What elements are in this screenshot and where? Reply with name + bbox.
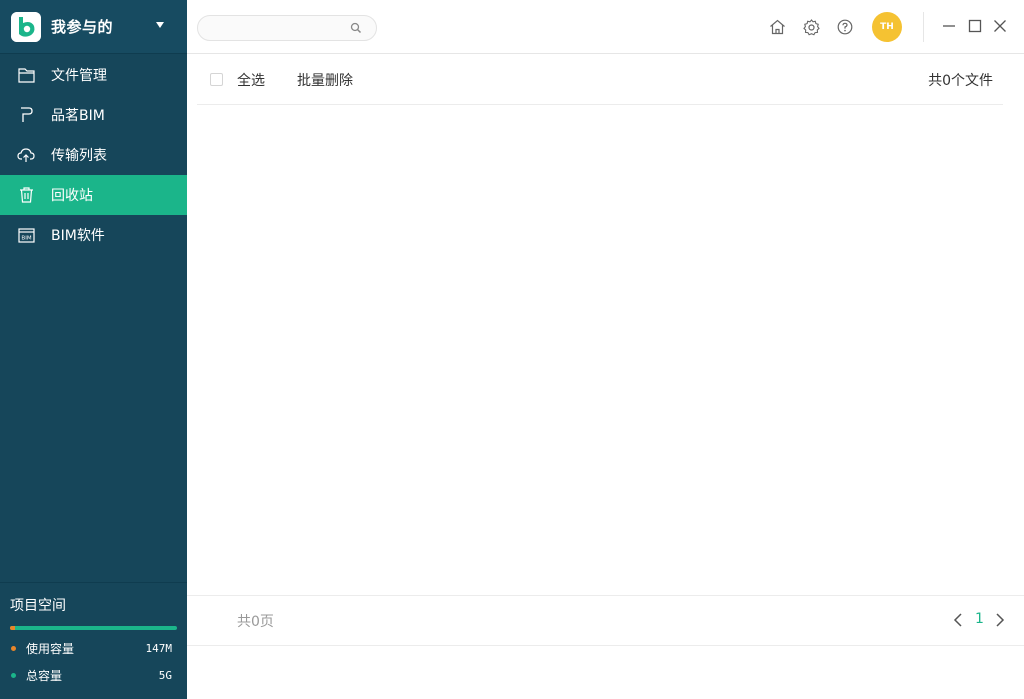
project-space-panel: 项目空间 使用容量 147M 总容量 5G <box>0 582 187 699</box>
bim-icon: BIM <box>17 226 35 244</box>
maximize-icon[interactable] <box>968 19 982 33</box>
total-capacity-label: 总容量 <box>26 669 63 683</box>
file-toolbar: 全选 批量删除 共0个文件 <box>197 56 1003 105</box>
trash-icon <box>17 186 35 204</box>
pinming-icon <box>17 106 35 124</box>
total-capacity-row: 总容量 5G <box>10 667 177 684</box>
project-space-title: 项目空间 <box>10 598 66 614</box>
select-all-label[interactable]: 全选 <box>237 70 265 90</box>
storage-used-fill <box>10 626 15 630</box>
current-page[interactable]: 1 <box>975 611 984 627</box>
storage-usage-bar <box>10 626 177 630</box>
main-panel: TH 全选 批量删除 共0个文件 共0页 1 <box>187 0 1024 699</box>
top-bar: TH <box>187 0 1024 54</box>
folder-icon <box>17 66 35 84</box>
cloud-upload-icon <box>17 146 35 164</box>
sidebar-item-label: 回收站 <box>51 188 93 204</box>
search-icon[interactable] <box>350 22 362 34</box>
close-icon[interactable] <box>993 19 1007 33</box>
used-capacity-label: 使用容量 <box>26 642 75 656</box>
sidebar-item-recycle-bin[interactable]: 回收站 <box>0 175 187 215</box>
file-count: 共0个文件 <box>928 73 993 89</box>
batch-delete-button[interactable]: 批量删除 <box>297 70 353 90</box>
sidebar-item-bim-software[interactable]: BIM BIM软件 <box>0 215 187 255</box>
pagination-bar: 共0页 1 <box>187 595 1024 646</box>
app-logo <box>11 11 41 42</box>
sidebar-item-pinming-bim[interactable]: 品茗BIM <box>0 95 187 135</box>
help-icon[interactable] <box>836 18 854 36</box>
settings-icon[interactable] <box>802 18 820 36</box>
home-icon[interactable] <box>768 18 786 36</box>
total-capacity-value: 5G <box>158 669 172 682</box>
caret-down-icon[interactable] <box>156 22 164 28</box>
select-all-checkbox[interactable] <box>210 73 223 86</box>
sidebar-item-files[interactable]: 文件管理 <box>0 55 187 95</box>
minimize-icon[interactable] <box>942 19 956 33</box>
total-dot <box>11 673 16 678</box>
sidebar-item-label: 传输列表 <box>51 148 107 164</box>
used-capacity-value: 147M <box>145 642 173 655</box>
toolbar-divider <box>923 12 924 42</box>
sidebar-item-transfer[interactable]: 传输列表 <box>0 135 187 175</box>
chevron-right-icon[interactable] <box>994 613 1006 627</box>
sidebar-item-label: BIM软件 <box>51 228 105 244</box>
svg-text:BIM: BIM <box>21 235 31 241</box>
sidebar-item-label: 品茗BIM <box>51 108 105 124</box>
sidebar-nav: 文件管理 品茗BIM 传输列表 回收站 BIM BIM软件 <box>0 55 187 255</box>
sidebar-header[interactable]: 我参与的 <box>0 0 187 54</box>
sidebar-item-label: 文件管理 <box>51 68 107 84</box>
search-input[interactable] <box>197 15 377 41</box>
workspace-title: 我参与的 <box>51 18 114 36</box>
used-capacity-row: 使用容量 147M <box>10 640 177 657</box>
sidebar: 我参与的 文件管理 品茗BIM 传输列表 回收站 BIM BIM软件 项目空间 … <box>0 0 187 699</box>
chevron-left-icon[interactable] <box>952 613 964 627</box>
total-pages: 共0页 <box>237 614 274 630</box>
avatar[interactable]: TH <box>872 12 902 42</box>
used-dot <box>11 646 16 651</box>
